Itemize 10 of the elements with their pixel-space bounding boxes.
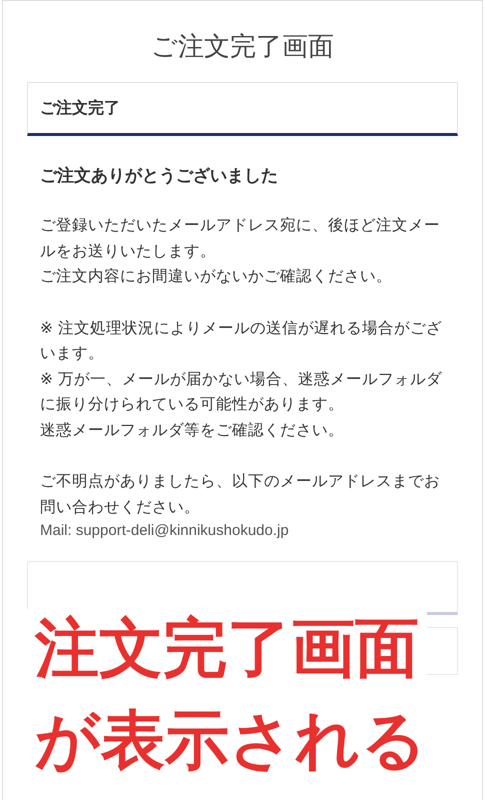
mail-address-text: Mail: support-deli@kinnikushokudo.jp [40, 522, 290, 539]
thanks-heading: ご注文ありがとうございました [40, 165, 279, 187]
page-title: ご注文完了画面 [150, 31, 335, 64]
message-text: ※ 注文処理状況によりメールの送信が遅れる場合がございます。 [40, 318, 443, 364]
message-text: ご注文内容にお間違いがないかご確認ください。 [40, 266, 393, 287]
section-heading: ご注文完了 [40, 98, 120, 118]
message-text: ご不明点がありましたら、以下のメールアドレスまでお問い合わせください。 [40, 471, 441, 518]
message-text: ※ 万が一、メールが届かない場合、迷惑メールフォルダに振り分けられている可能性があります。 [40, 368, 443, 415]
message-text: 迷惑メールフォルダ等をご確認ください。 [40, 420, 345, 440]
message-text: ご登録いただいたメールアドレス宛に、後ほど注文メールをお送りいたします。 [40, 215, 441, 262]
